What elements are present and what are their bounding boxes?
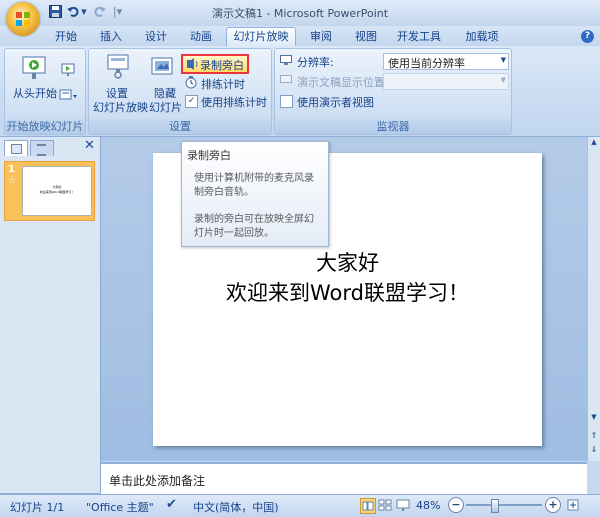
microphone-icon [185, 57, 199, 71]
group-label-setup: 设置 [89, 119, 271, 134]
slide-text-line1[interactable]: 大家好 [153, 247, 542, 277]
outline-tab-icon [37, 144, 46, 156]
custom-slide-show-icon[interactable] [59, 89, 79, 103]
tab-animations[interactable]: 动画 [185, 28, 217, 46]
show-on-label: 演示文稿显示位置: [297, 76, 389, 89]
rehearse-timings-button[interactable]: 排练计时 [201, 76, 245, 92]
status-bar: 幻灯片 1/1 "Office 主题" ✔ 中文(简体，中国) 48% − + [0, 494, 600, 517]
pane-tabs: ✕ [4, 138, 96, 156]
slides-tab-icon [11, 144, 22, 154]
slide-count: 幻灯片 1/1 [10, 501, 65, 514]
from-beginning-button[interactable]: 从头开始 [13, 85, 57, 101]
chevron-down-icon: ▼ [500, 56, 506, 64]
slide-canvas: 大家好 欢迎来到Word联盟学习！ 录制旁白 使用计算机附带的麦克风录 制旁白音… [101, 137, 587, 461]
group-label-monitors: 监视器 [275, 119, 511, 134]
customize-toolbar-icon[interactable]: |▾ [110, 5, 125, 19]
show-on-icon [280, 75, 292, 85]
setup-slide-show-button[interactable]: 幻灯片放映 [93, 99, 148, 115]
group-setup: 设置 幻灯片放映 隐藏 幻灯片 录制旁白 排练计时 ✓ 使用排练计时 设置 [88, 48, 272, 135]
scroll-up-icon[interactable]: ▲ [589, 138, 599, 150]
previous-slide-icon[interactable]: ⇑ [589, 431, 599, 443]
thumbnail-line2: 欢迎来到Word联盟学习！ [39, 190, 75, 194]
resolution-value: 使用当前分辨率 [388, 57, 465, 70]
from-current-slide-icon[interactable] [61, 63, 75, 77]
slide-sorter-icon[interactable] [378, 498, 392, 512]
slides-pane: ✕ 1 ☆ 大家好 欢迎来到Word联盟学习！ [0, 137, 101, 493]
hide-slide-icon [151, 55, 175, 79]
undo-dropdown-icon[interactable]: ▼ [80, 5, 88, 19]
fit-to-window-icon[interactable] [566, 498, 580, 512]
group-monitors: 分辨率: 使用当前分辨率 ▼ 演示文稿显示位置: ▼ 使用演示者视图 监视器 [274, 48, 512, 135]
tab-slide-show[interactable]: 幻灯片放映 [226, 27, 296, 47]
slide-show-view-icon[interactable] [396, 498, 410, 512]
vertical-scrollbar[interactable]: ▲ ▼ ⇑ ⇓ [587, 137, 600, 461]
tab-view[interactable]: 视图 [350, 28, 382, 46]
tab-add-ins[interactable]: 加载项 [460, 28, 504, 46]
group-label-start-slide-show: 开始放映幻灯片 [5, 119, 85, 134]
tab-insert[interactable]: 插入 [95, 28, 127, 46]
redo-icon[interactable] [92, 5, 107, 19]
rehearse-timings-icon [184, 75, 198, 89]
presenter-view-label: 使用演示者视图 [297, 96, 374, 109]
zoom-slider-thumb[interactable] [491, 499, 499, 513]
from-beginning-icon [21, 55, 47, 81]
title-bar: 演示文稿1 - Microsoft PowerPoint ▼ |▾ [0, 0, 600, 26]
slide-thumbnail-selected[interactable]: 1 ☆ 大家好 欢迎来到Word联盟学习！ [4, 161, 95, 221]
zoom-level[interactable]: 48% [416, 499, 440, 512]
use-timings-label: 使用排练计时 [201, 96, 267, 109]
next-slide-icon[interactable]: ⇓ [589, 445, 599, 457]
use-timings-checkbox[interactable]: ✓ [185, 95, 198, 108]
star-icon: ☆ [8, 176, 17, 186]
resolution-label: 分辨率: [297, 56, 334, 69]
tooltip-line3: 录制的旁白可在放映全屏幻 [194, 214, 314, 225]
show-on-select[interactable]: ▼ [383, 73, 509, 90]
record-narration-button[interactable]: 录制旁白 [181, 54, 249, 74]
slide-text-line2[interactable]: 欢迎来到Word联盟学习！ [153, 277, 542, 307]
presenter-view-checkbox[interactable] [280, 95, 293, 108]
tab-home[interactable]: 开始 [50, 28, 82, 46]
outline-tab[interactable] [30, 140, 54, 156]
notes-placeholder[interactable]: 单击此处添加备注 [109, 472, 205, 489]
slides-tab[interactable] [4, 140, 28, 156]
resolution-select[interactable]: 使用当前分辨率 ▼ [383, 53, 509, 70]
tooltip-title: 录制旁白 [187, 149, 231, 162]
save-icon[interactable] [48, 5, 63, 19]
tab-review[interactable]: 审阅 [305, 28, 337, 46]
zoom-slider[interactable] [466, 504, 542, 506]
scroll-down-icon[interactable]: ▼ [589, 413, 599, 425]
undo-icon[interactable] [66, 5, 81, 19]
theme-name: "Office 主题" [86, 501, 154, 514]
chevron-down-icon: ▼ [500, 76, 506, 84]
tooltip-line2: 制旁白音轨。 [194, 187, 254, 198]
help-icon[interactable]: ? [581, 30, 594, 43]
notes-pane[interactable]: 单击此处添加备注 [101, 462, 587, 495]
office-button[interactable] [6, 2, 40, 36]
zoom-out-icon[interactable]: − [448, 497, 464, 513]
normal-view-icon[interactable] [360, 498, 376, 514]
resolution-icon [280, 55, 292, 65]
group-start-slide-show: 从头开始 开始放映幻灯片 [4, 48, 86, 135]
setup-slide-show-icon [105, 53, 131, 79]
spell-check-icon[interactable]: ✔ [166, 497, 177, 512]
office-logo-icon [16, 12, 30, 26]
language: 中文(简体，中国) [193, 501, 279, 514]
tooltip-line1: 使用计算机附带的麦克风录 [194, 173, 314, 184]
zoom-in-icon[interactable]: + [545, 497, 561, 513]
record-narration-label: 录制旁白 [200, 59, 244, 72]
tab-design[interactable]: 设计 [140, 28, 172, 46]
tab-developer[interactable]: 开发工具 [395, 28, 443, 46]
ribbon: 从头开始 开始放映幻灯片 设置 幻灯片放映 隐藏 幻灯片 录制旁白 排练计时 ✓… [0, 46, 600, 137]
tooltip-line4: 灯片时一起回放。 [194, 228, 274, 239]
slide-number: 1 [8, 164, 15, 175]
tooltip: 录制旁白 使用计算机附带的麦克风录 制旁白音轨。 录制的旁白可在放映全屏幻 灯片… [181, 141, 329, 247]
close-icon[interactable]: ✕ [84, 138, 95, 153]
hide-slide-button[interactable]: 幻灯片 [149, 99, 182, 115]
slide-thumbnail[interactable]: 大家好 欢迎来到Word联盟学习！ [22, 166, 92, 216]
window-title: 演示文稿1 - Microsoft PowerPoint [211, 7, 389, 20]
ribbon-tabs: 开始 插入 设计 动画 幻灯片放映 审阅 视图 开发工具 加载项 ? [0, 26, 600, 47]
